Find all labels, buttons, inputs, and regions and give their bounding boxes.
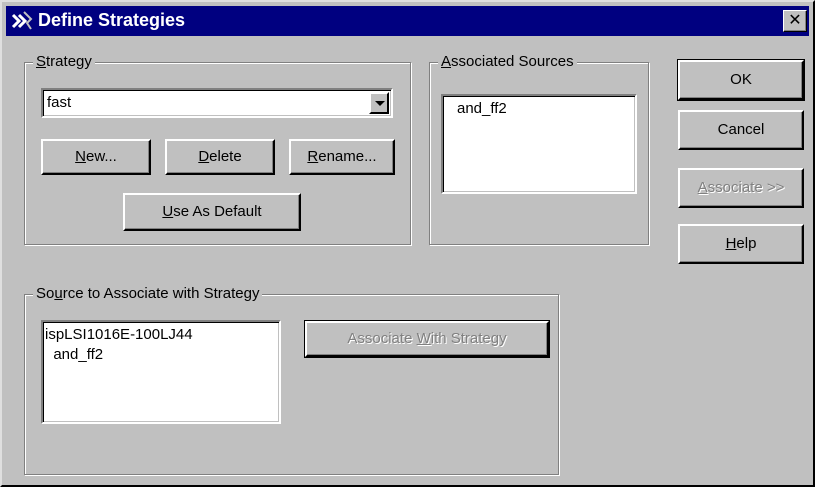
associate-rest: ssociate >> [707,179,785,196]
new-rest: ew... [85,148,117,165]
associated-sources-group: Associated Sources and_ff2 [429,52,649,245]
use-as-default-label: Use As Default [162,203,261,220]
list-item[interactable]: and_ff2 [45,346,103,363]
associate-with-strategy-label: Associate With Strategy [347,330,506,347]
associate-with-before: Associate [347,330,417,347]
rename-rest: ename... [318,148,377,165]
rename-mnemonic: R [307,148,319,165]
help-rest: elp [736,235,757,252]
new-button-label: New... [75,148,117,165]
delete-rest: elete [209,148,242,165]
new-mnemonic: N [75,148,86,165]
associate-mnemonic: A [697,179,708,196]
source-list[interactable]: ispLSI1016E-100LJ44 and_ff2 [41,320,281,424]
delete-mnemonic: D [198,148,210,165]
close-icon: ✕ [788,12,802,29]
strategy-legend-rest: trategy [46,53,92,70]
associate-button[interactable]: Associate >> [678,168,804,208]
ok-label: OK [730,71,752,88]
associate-with-after: ith Strategy [430,330,507,347]
use-as-default-mnemonic: U [162,203,174,220]
use-as-default-rest: se As Default [173,203,262,220]
cancel-button[interactable]: Cancel [678,110,804,150]
help-label: Help [726,235,757,252]
title-bar[interactable]: Define Strategies ✕ [6,6,809,36]
help-mnemonic: H [725,235,737,252]
associated-sources-list[interactable]: and_ff2 [441,94,637,194]
strategy-group: Strategy fast New... Delete Rename... Us… [24,52,411,245]
associated-sources-legend-rest: ssociated Sources [451,53,574,70]
rename-button[interactable]: Rename... [289,139,395,175]
use-as-default-button[interactable]: Use As Default [123,193,301,231]
chevron-down-icon[interactable] [369,92,389,114]
associate-with-mnemonic: W [416,330,431,347]
list-item[interactable]: ispLSI1016E-100LJ44 [45,326,193,343]
source-to-associate-group: Source to Associate with Strategy ispLSI… [24,284,559,475]
source-legend-mnemonic: u [54,285,63,302]
window-title: Define Strategies [38,10,186,30]
ok-button[interactable]: OK [677,59,805,101]
strategy-legend: Strategy [33,52,95,72]
source-to-associate-legend: Source to Associate with Strategy [33,284,263,304]
associate-with-strategy-button[interactable]: Associate With Strategy [304,320,550,358]
define-strategies-dialog: Define Strategies ✕ Strategy fast New...… [0,0,815,487]
strategy-legend-mnemonic: S [36,53,47,70]
strategy-dropdown[interactable]: fast [41,88,393,118]
source-legend-before: So [36,285,55,302]
strategy-dropdown-value: fast [47,94,72,111]
source-legend-after: rce to Associate with Strategy [62,285,260,302]
new-button[interactable]: New... [41,139,151,175]
list-item[interactable]: and_ff2 [457,100,507,117]
associated-sources-legend: Associated Sources [438,52,577,72]
delete-button-label: Delete [198,148,241,165]
cancel-label: Cancel [717,121,765,138]
associated-sources-mnemonic: A [441,53,452,70]
rename-button-label: Rename... [307,148,376,165]
help-button[interactable]: Help [678,224,804,264]
close-button[interactable]: ✕ [783,10,807,32]
delete-button[interactable]: Delete [165,139,275,175]
strategy-app-icon [11,11,33,30]
associate-label: Associate >> [698,179,785,196]
